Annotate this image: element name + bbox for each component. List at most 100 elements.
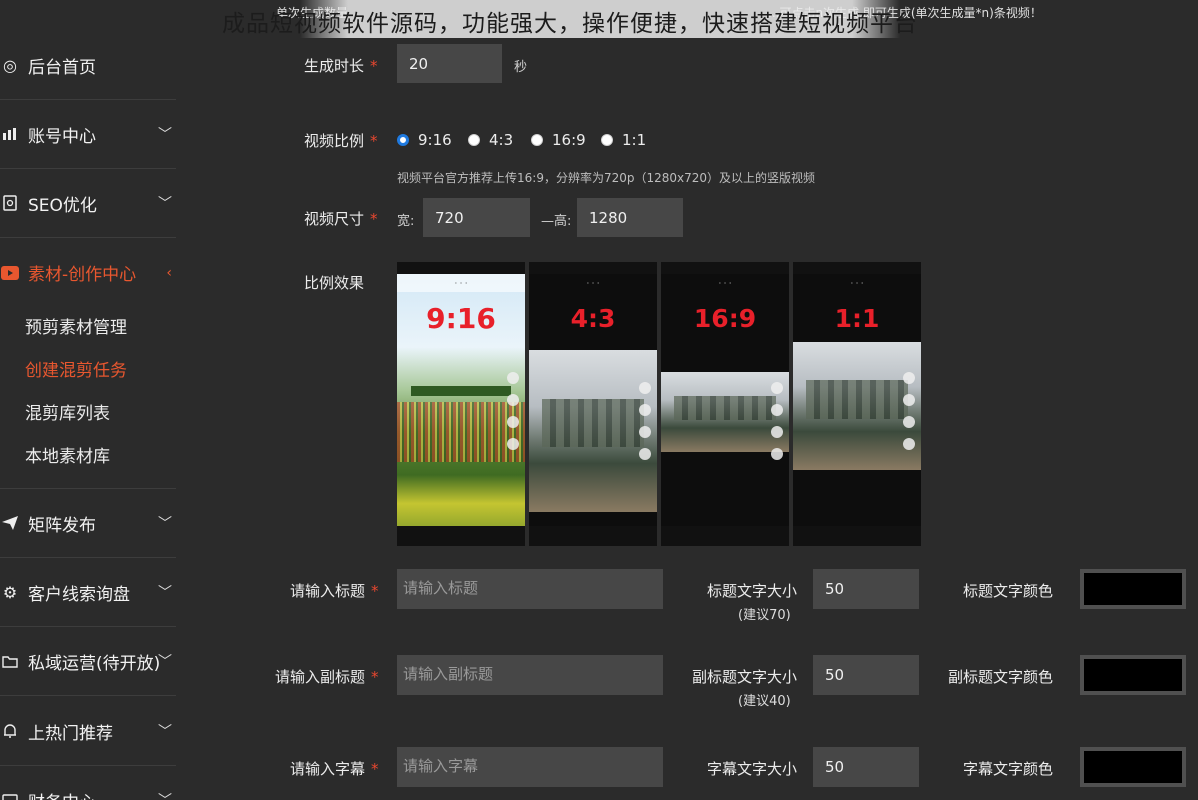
status-bar <box>661 262 789 274</box>
height-label: —高: <box>541 214 572 229</box>
nav-label: 客户线索询盘 <box>28 584 130 605</box>
title-size-input[interactable]: 50 <box>813 569 919 609</box>
subtitle-size-label: 副标题文字大小 <box>692 668 798 686</box>
bell-icon <box>0 721 20 741</box>
ratio-option-9-16[interactable]: 9:16 <box>397 131 452 149</box>
subnav-local-library[interactable]: 本地素材库 <box>25 442 110 467</box>
caption-color-picker[interactable] <box>1080 747 1186 787</box>
ratio-caption: 4:3 <box>570 304 616 333</box>
phone-side-icons <box>771 382 785 470</box>
width-input[interactable]: 720 <box>423 198 530 237</box>
nav-label: 后台首页 <box>28 57 96 78</box>
folder-icon <box>0 651 20 671</box>
phone-nav: · · · <box>718 278 732 288</box>
ratio-caption: 9:16 <box>426 302 496 335</box>
phone-nav: · · · <box>850 278 864 288</box>
phone-photo <box>529 350 657 512</box>
phone-side-icons <box>903 372 917 460</box>
phone-photo <box>661 372 789 452</box>
subnav-mix-library[interactable]: 混剪库列表 <box>25 399 110 424</box>
nav-label: 素材-创作中心 <box>28 265 137 285</box>
nav-label: SEO优化 <box>28 195 97 216</box>
chevron-down-icon: ﹀ <box>158 724 172 740</box>
size-label: 视频尺寸 * <box>304 210 378 228</box>
chevron-down-icon: ﹀ <box>158 127 172 143</box>
nav-label: 财务中心 <box>28 788 96 800</box>
nav-private-domain[interactable]: 私域运营(待开放) ﹀ <box>0 627 176 696</box>
nav-material-creation[interactable]: 素材-创作中心 ‹ <box>0 238 176 307</box>
wallet-icon <box>0 790 20 800</box>
chevron-down-icon: ﹀ <box>158 654 172 670</box>
ratio-caption: 16:9 <box>693 304 757 333</box>
radio-icon <box>397 134 409 146</box>
chevron-down-icon: ﹀ <box>158 790 172 800</box>
subtitle-color-label: 副标题文字颜色 <box>948 668 1054 686</box>
nav-label: 矩阵发布 <box>28 515 96 536</box>
caption-size-label: 字幕文字大小 <box>707 760 798 778</box>
ratio-option-16-9[interactable]: 16:9 <box>531 131 586 149</box>
phone-nav: · · · <box>397 274 525 292</box>
phone-bottom-bar <box>529 526 657 546</box>
phone-nav: · · · <box>586 278 600 288</box>
phone-side-icons <box>507 372 521 460</box>
preview-label: 比例效果 <box>304 274 365 292</box>
phone-bottom-bar <box>397 526 525 546</box>
subtitle-input[interactable]: 请输入副标题 <box>397 655 663 695</box>
ratio-option-1-1[interactable]: 1:1 <box>601 131 646 149</box>
radio-icon <box>601 134 613 146</box>
title-size-hint: (建议70) <box>738 608 791 623</box>
subnav-precut-material[interactable]: 预剪素材管理 <box>25 313 127 338</box>
nav-label: 上热门推荐 <box>28 723 113 744</box>
color-swatch <box>1084 659 1182 691</box>
caption-input[interactable]: 请输入字幕 <box>397 747 663 787</box>
chevron-down-icon: ﹀ <box>158 196 172 212</box>
ratio-option-4-3[interactable]: 4:3 <box>468 131 513 149</box>
play-icon <box>0 263 20 283</box>
phone-side-icons <box>639 382 653 470</box>
nav-leads[interactable]: ⚙ 客户线索询盘 ﹀ <box>0 558 176 627</box>
title-size-label: 标题文字大小 <box>707 582 798 600</box>
subnav-create-mix-task[interactable]: 创建混剪任务 <box>25 356 127 381</box>
nav-finance[interactable]: 财务中心 ﹀ <box>0 766 176 800</box>
chevron-left-icon: ‹ <box>166 264 172 281</box>
chevron-down-icon: ﹀ <box>158 585 172 601</box>
target-icon: ◎ <box>3 55 17 75</box>
phone-photo <box>793 342 921 470</box>
nav-label: 账号中心 <box>28 126 96 147</box>
nav-account-center[interactable]: 账号中心 ﹀ <box>0 100 176 169</box>
duration-label: 生成时长 * <box>304 57 378 75</box>
radio-icon <box>531 134 543 146</box>
radio-icon <box>468 134 480 146</box>
bar-chart-icon <box>0 124 20 144</box>
ratio-hint: 视频平台官方推荐上传16:9，分辨率为720p（1280x720）及以上的竖版视… <box>397 171 816 185</box>
caption-color-label: 字幕文字颜色 <box>963 760 1054 778</box>
watermark-text: 成品短视频软件源码，功能强大，操作便捷，快速搭建短视频平台 <box>222 11 918 37</box>
phone-bottom-bar <box>661 526 789 546</box>
subtitle-size-input[interactable]: 50 <box>813 655 919 695</box>
subtitle-color-picker[interactable] <box>1080 655 1186 695</box>
height-input[interactable]: 1280 <box>577 198 683 237</box>
nav-seo[interactable]: SEO优化 ﹀ <box>0 169 176 238</box>
title-label: 请输入标题 * <box>290 582 379 600</box>
duration-input[interactable]: 20 <box>397 44 502 83</box>
title-color-picker[interactable] <box>1080 569 1186 609</box>
preview-phone-1-1: · · · 1:1 <box>793 262 921 546</box>
status-bar <box>397 262 525 274</box>
preview-phone-9-16: · · · 9:16 <box>397 262 525 546</box>
nav-home[interactable]: ◎ 后台首页 <box>0 31 176 100</box>
phone-banner <box>411 386 511 396</box>
seo-doc-icon <box>0 193 20 213</box>
phone-bottom-bar <box>793 526 921 546</box>
caption-size-input[interactable]: 50 <box>813 747 919 787</box>
title-input[interactable]: 请输入标题 <box>397 569 663 609</box>
status-bar <box>529 262 657 274</box>
sidebar: ◎ 后台首页 账号中心 ﹀ SEO优化 ﹀ 素材-创作中心 ‹ 预剪素材管理 创… <box>0 0 176 800</box>
send-icon <box>0 513 20 533</box>
subtitle-size-hint: (建议40) <box>738 694 791 709</box>
ratio-caption: 1:1 <box>834 304 880 333</box>
phone-photo <box>397 402 525 462</box>
nav-matrix-publish[interactable]: 矩阵发布 ﹀ <box>0 489 176 558</box>
nav-hot-recommend[interactable]: 上热门推荐 ﹀ <box>0 697 176 766</box>
duration-unit: 秒 <box>514 60 528 75</box>
gear-icon: ⚙ <box>2 582 18 602</box>
